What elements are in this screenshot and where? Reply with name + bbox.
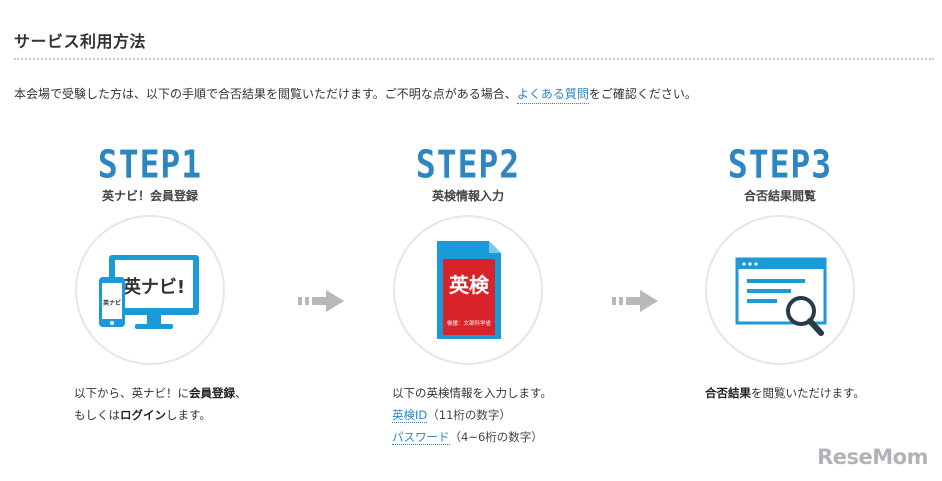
- eiken-sponsor-text: 後援：文部科学省: [447, 319, 492, 327]
- password-link[interactable]: パスワード: [392, 430, 450, 445]
- step-3-title: 合否結果閲覧: [743, 189, 816, 203]
- step-2-header: STEP2 英検情報入力: [388, 142, 548, 204]
- step-1-title: 英ナビ！会員登録: [101, 189, 198, 203]
- faq-link[interactable]: よくある質問: [516, 87, 589, 104]
- step-2-label: STEP2: [415, 142, 521, 187]
- devices-eigonavi-icon: 英ナビ! 英ナビ: [99, 255, 199, 329]
- arrow-right-icon: [298, 290, 344, 312]
- browser-search-icon: [735, 257, 827, 336]
- resemom-watermark: ReseMom: [817, 445, 928, 469]
- monitor-logo-text: 英ナビ!: [122, 276, 185, 298]
- step-3-description: 合否結果を閲覧いただけます。: [705, 386, 865, 400]
- step-2-circle: 英検 後援：文部科学省: [393, 215, 543, 365]
- step-1-circle: 英ナビ! 英ナビ: [75, 215, 225, 365]
- step-2-title: 英検情報入力: [431, 189, 504, 203]
- step-1-header: STEP1 英ナビ！会員登録: [70, 142, 230, 204]
- step-3-circle: [705, 215, 855, 365]
- step-2-description: 以下の英検情報を入力します。 英検ID（11桁の数字） パスワード（4~6桁の数…: [392, 386, 552, 445]
- step-3-label: STEP3: [727, 142, 833, 187]
- phone-logo-text: 英ナビ: [102, 299, 121, 307]
- section-title: サービス利用方法: [14, 32, 147, 51]
- title-divider: [14, 58, 934, 60]
- step-1-label: STEP1: [97, 142, 203, 187]
- eiken-logo-text: 英検: [449, 273, 490, 297]
- intro-text: 本会場で受験した方は、以下の手順で合否結果を閲覧いただけます。ご不明な点がある場…: [14, 85, 697, 104]
- eiken-id-link[interactable]: 英検ID: [392, 408, 428, 423]
- arrow-right-icon: [612, 290, 658, 312]
- step-1-description: 以下から、英ナビ！に会員登録、 もしくはログインします。: [74, 386, 247, 422]
- step-3-header: STEP3 合否結果閲覧: [700, 142, 860, 204]
- eiken-document-icon: 英検 後援：文部科学省: [437, 241, 501, 339]
